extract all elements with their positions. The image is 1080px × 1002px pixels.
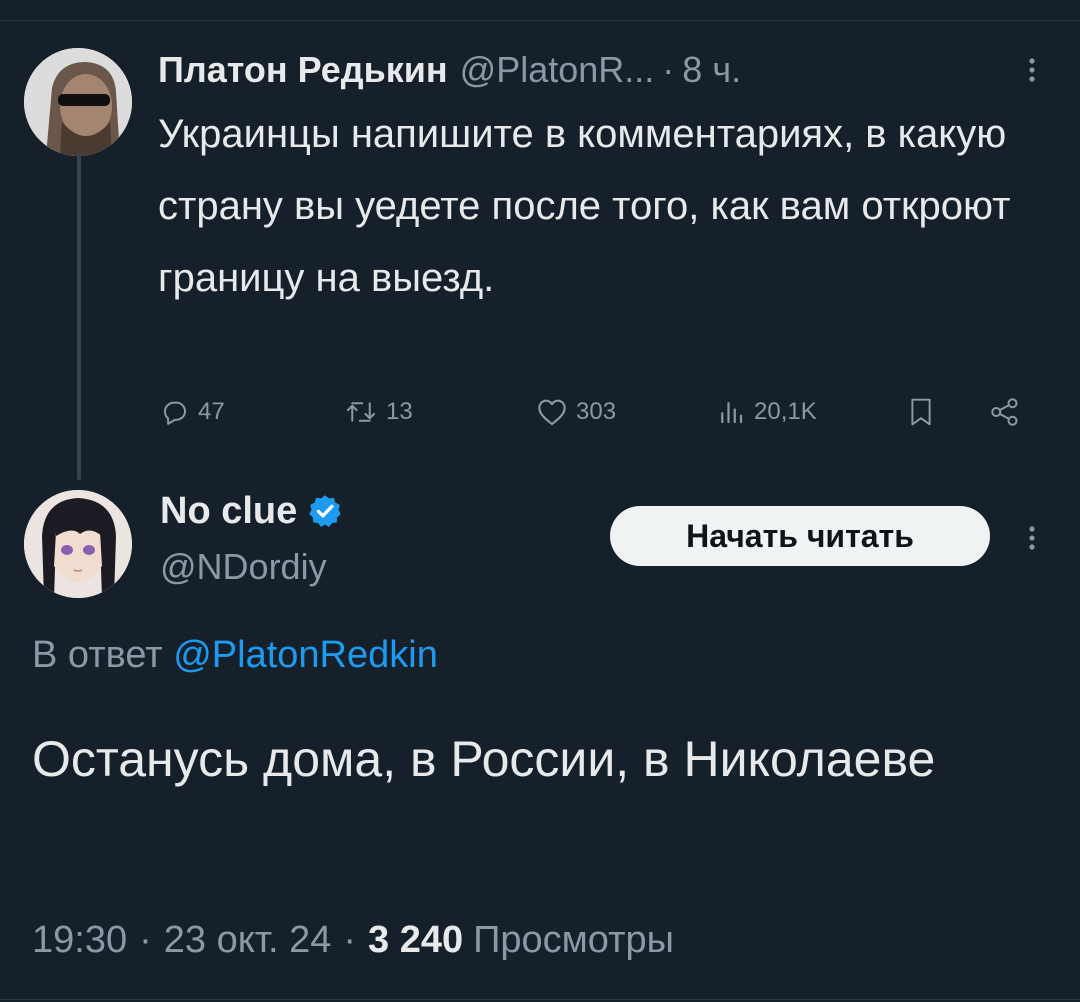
reply-count: 47 (198, 398, 225, 425)
views-label[interactable]: Просмотры (473, 919, 674, 962)
like-button[interactable]: 303 (536, 390, 616, 434)
reply-author-name[interactable]: No clue (160, 490, 297, 533)
reply-tweet-text: Останусь дома, в России, в Николаеве (32, 731, 936, 787)
more-vertical-icon (1029, 58, 1035, 82)
views-count: 20,1K (754, 398, 817, 425)
share-button[interactable] (988, 390, 1022, 434)
views-icon (721, 402, 743, 424)
bookmark-icon (911, 398, 931, 426)
bottom-divider (0, 999, 1080, 1000)
reply-more-menu-button[interactable] (1020, 518, 1044, 558)
more-menu-button[interactable] (1020, 50, 1044, 90)
tweet-actions-bar: 47 13 303 20,1K (158, 390, 1038, 434)
retweet-count: 13 (386, 398, 413, 425)
reply-to-prefix: В ответ (32, 634, 163, 676)
tweet-meta: 19:30 · 23 окт. 24 · 3 240 Просмотры (32, 912, 674, 968)
bookmark-button[interactable] (906, 390, 936, 434)
reply-to-mention-link[interactable]: @PlatonRedkin (173, 634, 438, 676)
heart-icon (538, 399, 566, 426)
views-count-value: 3 240 (368, 918, 464, 961)
tweet-header: Платон Редькин @PlatonR... · 8 ч. (158, 44, 741, 96)
tweet-time[interactable]: 8 ч. (682, 49, 741, 91)
like-count: 303 (576, 398, 617, 425)
tweet-timestamp[interactable]: 19:30 (32, 919, 127, 962)
more-vertical-icon (1029, 526, 1035, 550)
thread-connector-line (77, 150, 81, 480)
verified-badge-icon[interactable] (307, 493, 343, 529)
avatar-photo-icon (24, 48, 132, 156)
reply-button[interactable]: 47 (160, 390, 225, 434)
author-handle[interactable]: @PlatonR... (460, 49, 655, 91)
follow-button[interactable]: Начать читать (610, 506, 990, 566)
share-icon (991, 398, 1018, 426)
reply-icon (164, 401, 186, 425)
meta-separator-dot: · (343, 918, 356, 961)
avatar-anime-girl-icon (24, 490, 132, 598)
reply-author-handle[interactable]: @NDordiy (160, 546, 327, 588)
reply-author-avatar[interactable] (24, 490, 132, 598)
author-name[interactable]: Платон Редькин (158, 49, 448, 91)
retweet-icon (346, 402, 376, 422)
author-avatar[interactable] (24, 48, 132, 156)
reply-context: В ответ @PlatonRedkin (32, 634, 438, 677)
top-divider (0, 20, 1080, 21)
separator-dot: · (662, 49, 675, 90)
tweet-text: Украинцы напишите в комментариях, в каку… (158, 112, 1011, 300)
tweet-date[interactable]: 23 окт. 24 (164, 919, 332, 962)
retweet-button[interactable]: 13 (344, 390, 413, 434)
views-button[interactable]: 20,1K (716, 390, 817, 434)
meta-separator-dot: · (139, 918, 152, 961)
reply-author-name-row: No clue (160, 486, 343, 536)
